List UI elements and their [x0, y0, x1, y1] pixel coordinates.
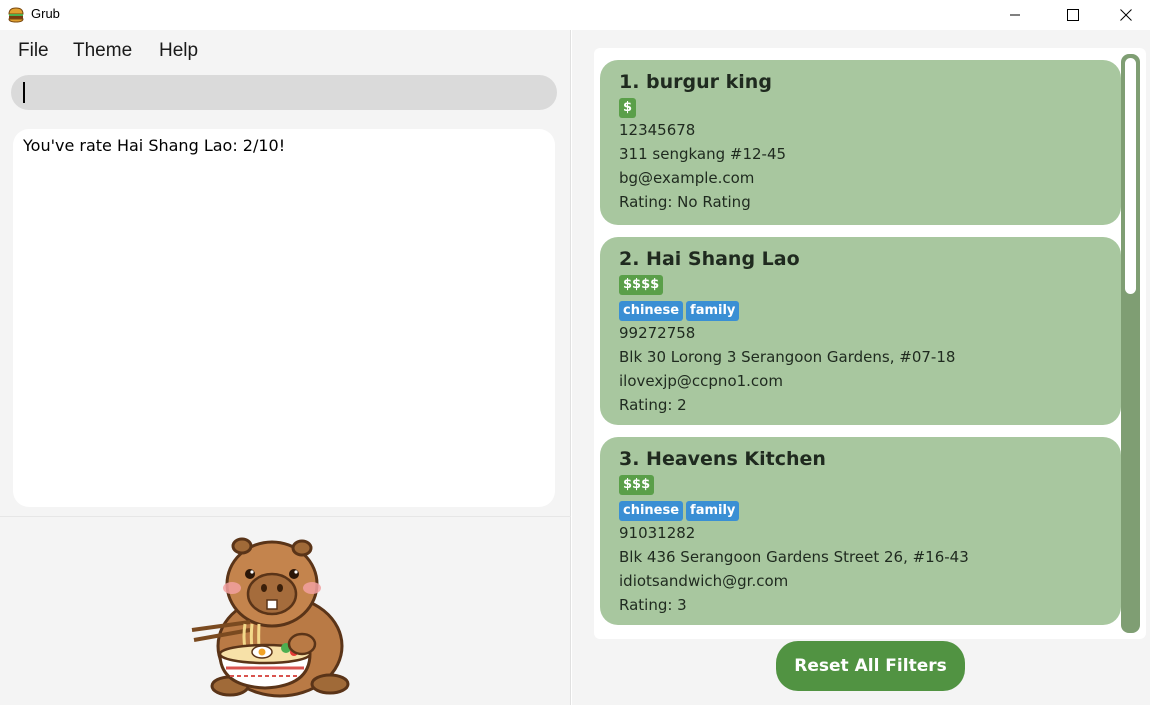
tag-badge: family	[686, 301, 740, 321]
restaurant-rating: Rating: No Rating	[619, 193, 751, 211]
text-caret	[23, 82, 25, 103]
menu-theme[interactable]: Theme	[73, 40, 132, 62]
reset-all-filters-button[interactable]: Reset All Filters	[776, 641, 965, 691]
restaurant-address: Blk 436 Serangoon Gardens Street 26, #16…	[619, 548, 969, 566]
result-display: You've rate Hai Shang Lao: 2/10!	[13, 129, 555, 507]
restaurant-rating: Rating: 2	[619, 396, 687, 414]
restaurant-card[interactable]: 2. Hai Shang Lao $$$$ chinese family 9927…	[600, 237, 1121, 425]
tag-list: chinese family	[619, 299, 1102, 321]
tag-badge: chinese	[619, 301, 684, 321]
restaurant-address: Blk 30 Lorong 3 Serangoon Gardens, #07-1…	[619, 348, 956, 366]
restaurant-card[interactable]: 3. Heavens Kitchen $$$ chinese family 910…	[600, 437, 1121, 625]
tag-badge: chinese	[619, 501, 684, 521]
maximize-icon	[1067, 9, 1079, 21]
menu-file[interactable]: File	[18, 40, 49, 62]
menu-help[interactable]: Help	[159, 40, 198, 62]
restaurant-email: bg@example.com	[619, 169, 755, 187]
burger-icon	[8, 7, 24, 23]
title-bar: Grub	[0, 0, 1150, 30]
price-badge: $	[619, 98, 637, 118]
tag-list: chinese family	[619, 499, 1102, 521]
restaurant-address: 311 sengkang #12-45	[619, 145, 787, 163]
pane-divider	[0, 516, 571, 517]
restaurant-phone: 99272758	[619, 324, 696, 342]
left-pane: File Theme Help You've rate Hai Shang La…	[0, 30, 571, 705]
restaurant-rating: Rating: 3	[619, 596, 687, 614]
result-message: You've rate Hai Shang Lao: 2/10!	[23, 136, 286, 155]
restaurant-email: idiotsandwich@gr.com	[619, 572, 789, 590]
restaurant-name: 2. Hai Shang Lao	[619, 248, 800, 270]
tag-badge: family	[686, 501, 740, 521]
minimize-icon	[1010, 14, 1020, 16]
command-input[interactable]	[11, 75, 557, 110]
restaurant-list[interactable]: 1. burgur king $ 12345678 311 sengkang #…	[594, 48, 1146, 639]
price-badge: $$$$	[619, 275, 664, 295]
right-pane: 1. burgur king $ 12345678 311 sengkang #…	[572, 30, 1150, 705]
window-title: Grub	[31, 6, 60, 21]
scrollbar-thumb[interactable]	[1125, 58, 1136, 294]
restaurant-card[interactable]: 1. burgur king $ 12345678 311 sengkang #…	[600, 60, 1121, 225]
close-icon	[1120, 9, 1132, 21]
maximize-button[interactable]	[1044, 0, 1102, 30]
minimize-button[interactable]	[986, 0, 1044, 30]
vertical-scrollbar[interactable]	[1121, 54, 1140, 633]
price-badge: $$$	[619, 475, 655, 495]
restaurant-phone: 12345678	[619, 121, 696, 139]
close-button[interactable]	[1102, 0, 1150, 30]
restaurant-name: 3. Heavens Kitchen	[619, 448, 826, 470]
capybara-mascot-icon	[191, 537, 350, 698]
restaurant-phone: 91031282	[619, 524, 696, 542]
restaurant-name: 1. burgur king	[619, 71, 772, 93]
restaurant-email: ilovexjp@ccpno1.com	[619, 372, 783, 390]
menu-bar: File Theme Help	[0, 30, 571, 70]
